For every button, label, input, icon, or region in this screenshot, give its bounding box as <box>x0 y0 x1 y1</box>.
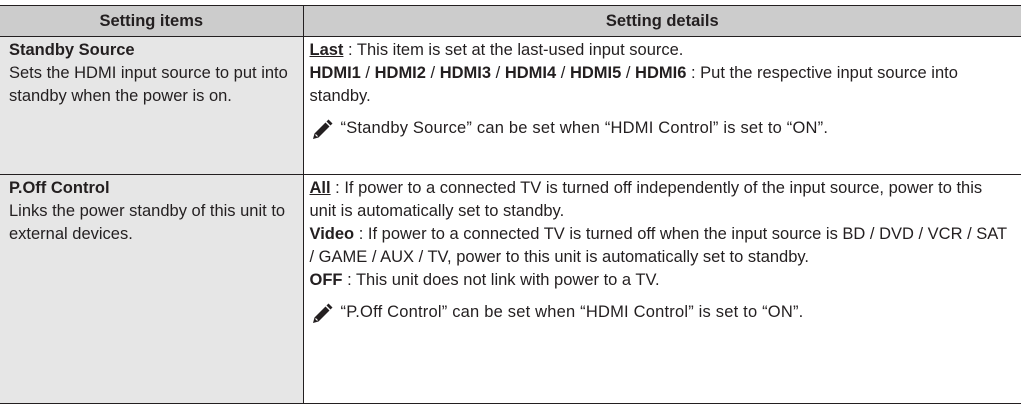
option-separator: / <box>556 64 570 82</box>
setting-details-cell: All : If power to a connected TV is turn… <box>302 174 1021 404</box>
option-separator: / <box>425 64 440 82</box>
option-label-last: Last <box>309 41 344 59</box>
table-row-standby-source: Standby Source Sets the HDMI input sourc… <box>0 36 1021 175</box>
option-label-all: All <box>309 179 331 197</box>
detail-line-all: All : If power to a connected TV is turn… <box>310 177 1014 223</box>
header-setting-details: Setting details <box>302 5 1021 37</box>
option-separator: / <box>360 64 375 82</box>
detail-line-video: Video : If power to a connected TV is tu… <box>310 223 1014 269</box>
option-text-video: : If power to a connected TV is turned o… <box>309 225 1007 266</box>
detail-line-last: Last : This item is set at the last-used… <box>310 39 1014 62</box>
option-label-hdmi2: HDMI2 <box>374 64 426 82</box>
note-text: “P.Off Control” can be set when “HDMI Co… <box>340 303 804 321</box>
option-label-hdmi6: HDMI6 <box>635 64 687 82</box>
setting-item-cell: Standby Source Sets the HDMI input sourc… <box>0 36 303 175</box>
setting-item-name: P.Off Control <box>9 179 110 197</box>
option-separator: / <box>621 64 636 82</box>
setting-details-cell: Last : This item is set at the last-used… <box>302 36 1021 175</box>
option-label-hdmi1: HDMI1 <box>309 64 361 82</box>
detail-line-hdmi: HDMI1 / HDMI2 / HDMI3 / HDMI4 / HDMI5 / … <box>310 62 1014 108</box>
detail-line-off: OFF : This unit does not link with power… <box>310 269 1014 292</box>
note-poff-control: “P.Off Control” can be set when “HDMI Co… <box>310 301 1014 324</box>
header-setting-items: Setting items <box>0 5 303 37</box>
option-text-last: : This item is set at the last-used inpu… <box>343 41 684 59</box>
table-header-row: Setting items Setting details <box>0 5 1021 37</box>
setting-item-description: Links the power standby of this unit to … <box>9 202 286 243</box>
option-label-off: OFF <box>309 271 343 289</box>
setting-item-cell: P.Off Control Links the power standby of… <box>0 174 303 404</box>
note-standby-source: “Standby Source” can be set when “HDMI C… <box>310 117 1014 140</box>
note-text: “Standby Source” can be set when “HDMI C… <box>340 119 829 137</box>
option-text-off: : This unit does not link with power to … <box>342 271 660 289</box>
setting-item-description: Sets the HDMI input source to put into s… <box>9 64 288 105</box>
option-label-video: Video <box>309 225 355 243</box>
pencil-note-icon <box>310 118 334 140</box>
option-separator: / <box>491 64 505 82</box>
settings-table: Setting items Setting details Standby So… <box>0 5 1021 404</box>
option-label-hdmi4: HDMI4 <box>504 64 557 82</box>
option-label-hdmi3: HDMI3 <box>439 64 492 82</box>
setting-item-name: Standby Source <box>9 41 135 59</box>
option-label-hdmi5: HDMI5 <box>569 64 622 82</box>
pencil-note-icon <box>310 302 334 324</box>
option-text-all: : If power to a connected TV is turned o… <box>309 179 983 220</box>
table-row-poff-control: P.Off Control Links the power standby of… <box>0 174 1021 404</box>
